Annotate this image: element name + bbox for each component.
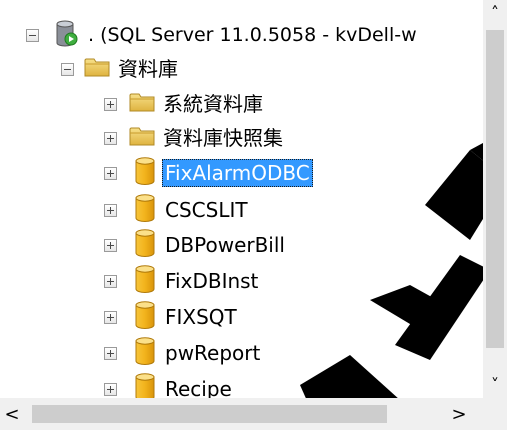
folder-icon — [84, 56, 110, 82]
database-icon — [134, 337, 156, 369]
expand-toggle-icon[interactable] — [104, 166, 117, 180]
server-node-label: . (SQL Server 11.0.5058 - kvDell-w — [88, 24, 417, 46]
tree-item-database[interactable]: FIXSQT — [104, 300, 240, 334]
tree-item-label-selected: FixAlarmODBC — [162, 159, 313, 187]
expand-toggle-icon[interactable] — [104, 274, 117, 288]
vertical-scrollbar[interactable]: ˄ ˅ — [483, 0, 507, 398]
expand-toggle-icon[interactable] — [104, 238, 117, 252]
folder-icon — [129, 125, 155, 151]
server-icon — [53, 19, 79, 51]
scroll-down-arrow-icon[interactable]: ˅ — [483, 372, 507, 396]
scroll-up-arrow-icon[interactable]: ˄ — [483, 0, 507, 24]
tree-item-database[interactable]: DBPowerBill — [104, 228, 288, 262]
collapse-toggle-icon[interactable] — [26, 28, 39, 42]
tree-item-database-snapshots[interactable]: 資料庫快照集 — [104, 121, 286, 155]
expand-toggle-icon[interactable] — [104, 382, 117, 396]
vertical-scroll-thumb[interactable] — [486, 30, 504, 348]
horizontal-scroll-thumb[interactable] — [32, 405, 387, 423]
database-icon — [134, 157, 156, 189]
tree-item-label: FIXSQT — [165, 305, 237, 329]
tree-item-database[interactable]: Recipe — [104, 372, 235, 398]
object-explorer-tree: . (SQL Server 11.0.5058 - kvDell-w 資料庫 系… — [0, 0, 483, 398]
databases-folder-node[interactable]: 資料庫 — [61, 52, 181, 86]
tree-item-label: 系統資料庫 — [163, 92, 263, 116]
scrollbar-corner — [483, 398, 507, 430]
tree-item-label: 資料庫快照集 — [163, 126, 283, 150]
expand-toggle-icon[interactable] — [104, 310, 117, 324]
tree-item-database[interactable]: FixDBInst — [104, 264, 261, 298]
server-node[interactable]: . (SQL Server 11.0.5058 - kvDell-w — [26, 18, 420, 52]
tree-item-system-databases[interactable]: 系統資料庫 — [104, 87, 266, 121]
tree-item-label: FixDBInst — [165, 269, 259, 293]
tree-item-database[interactable]: CSCSLIT — [104, 193, 251, 227]
tree-item-label: CSCSLIT — [165, 198, 248, 222]
tree-item-label: Recipe — [165, 377, 232, 398]
collapse-toggle-icon[interactable] — [61, 62, 74, 76]
databases-folder-label: 資料庫 — [118, 57, 178, 81]
tree-item-database[interactable]: FixAlarmODBC — [104, 156, 313, 190]
scroll-right-arrow-icon[interactable]: > — [447, 402, 471, 426]
tree-item-label: DBPowerBill — [165, 233, 285, 257]
database-icon — [134, 373, 156, 398]
folder-icon — [129, 91, 155, 117]
tree-item-label: pwReport — [165, 341, 261, 365]
expand-toggle-icon[interactable] — [104, 203, 117, 217]
tree-item-database[interactable]: pwReport — [104, 336, 263, 370]
expand-toggle-icon[interactable] — [104, 346, 117, 360]
scroll-left-arrow-icon[interactable]: < — [0, 402, 24, 426]
database-icon — [134, 194, 156, 226]
database-icon — [134, 265, 156, 297]
horizontal-scrollbar[interactable]: < > — [0, 398, 483, 430]
expand-toggle-icon[interactable] — [104, 131, 117, 145]
expand-toggle-icon[interactable] — [104, 97, 117, 111]
database-icon — [134, 301, 156, 333]
database-icon — [134, 229, 156, 261]
